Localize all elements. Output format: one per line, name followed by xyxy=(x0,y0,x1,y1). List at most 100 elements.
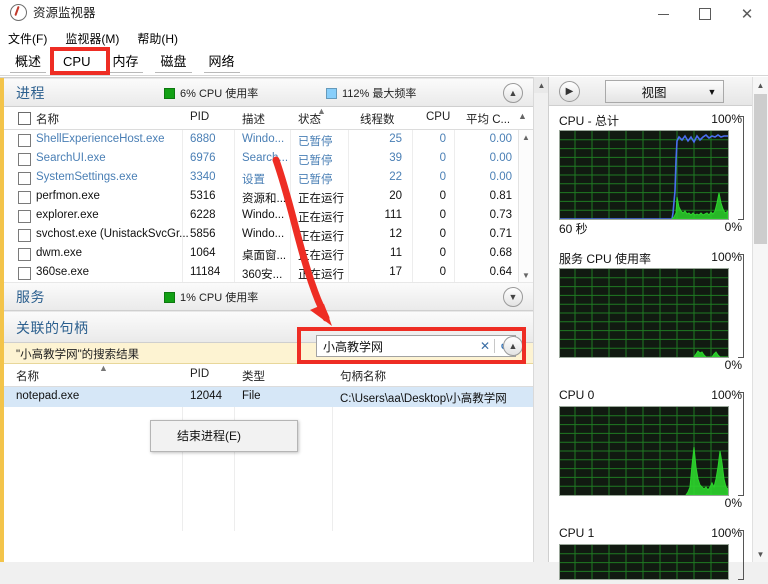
menu-item-file[interactable]: 文件(F) xyxy=(8,31,47,47)
menu-item-help[interactable]: 帮助(H) xyxy=(137,31,178,47)
table-row[interactable]: explorer.exe 6228 Windo... 正在运行 111 0 0.… xyxy=(4,206,533,225)
tab-cpu[interactable]: CPU xyxy=(52,51,102,75)
processes-scrollbar[interactable]: ▲ ▼ xyxy=(518,130,533,282)
tab-overview[interactable]: 概述 xyxy=(4,51,52,75)
resource-monitor-icon xyxy=(10,4,27,21)
col-header-name[interactable]: 名称 xyxy=(36,111,59,127)
menu-item-monitor[interactable]: 监视器(M) xyxy=(65,31,119,47)
graph-svg xyxy=(560,269,728,358)
processes-legend-freq-label: 112% 最大频率 xyxy=(342,88,417,100)
scroll-up-icon[interactable]: ▲ xyxy=(753,77,768,93)
cell-threads: 20 xyxy=(389,190,402,202)
services-title: 服务 xyxy=(16,289,45,305)
select-all-checkbox[interactable] xyxy=(18,112,31,125)
cell-status: 正在运行 xyxy=(298,269,344,281)
services-collapse-button[interactable]: ▼ xyxy=(503,287,523,307)
clear-icon[interactable]: ✕ xyxy=(476,339,494,353)
graph-axis-bracket xyxy=(737,392,744,496)
graph-title: 服务 CPU 使用率 xyxy=(559,252,652,266)
row-checkbox[interactable] xyxy=(18,172,31,185)
processes-collapse-button[interactable]: ▲ xyxy=(503,83,523,103)
handles-col-header-pid[interactable]: PID xyxy=(190,368,209,380)
handles-col-header-type[interactable]: 类型 xyxy=(242,368,265,384)
scroll-up-icon[interactable]: ▲ xyxy=(519,130,533,144)
cell-cpu: 0 xyxy=(439,190,446,202)
maximize-icon xyxy=(699,8,711,20)
close-button[interactable]: ✕ xyxy=(726,0,768,28)
row-checkbox[interactable] xyxy=(18,267,31,280)
cell-avgcpu: 0.68 xyxy=(489,247,512,259)
handles-col-divider-3 xyxy=(332,387,333,531)
cell-cpu: 0 xyxy=(439,209,446,221)
handles-col-divider-1 xyxy=(182,387,183,531)
cell-avgcpu: 0.00 xyxy=(489,171,512,183)
row-checkbox[interactable] xyxy=(18,248,31,261)
handles-col-header-handle[interactable]: 句柄名称 xyxy=(340,368,386,384)
cell-desc: 设置 xyxy=(242,174,265,186)
resource-monitor-window: 资源监视器 ✕ 文件(F) 监视器(M) 帮助(H) 概述 CPU 内存 磁盘 … xyxy=(0,0,768,580)
services-legend-cpu-label: 1% CPU 使用率 xyxy=(180,292,259,304)
tab-network[interactable]: 网络 xyxy=(198,51,246,75)
tab-disk[interactable]: 磁盘 xyxy=(149,51,197,75)
window-controls: ✕ xyxy=(642,0,768,28)
row-checkbox[interactable] xyxy=(18,210,31,223)
right-pane-scrollbar[interactable]: ▲ ▼ xyxy=(752,77,768,562)
scroll-down-icon[interactable]: ▼ xyxy=(519,268,533,282)
col-header-cpu[interactable]: CPU xyxy=(426,111,450,123)
graph-plot-area xyxy=(559,406,729,496)
col-header-desc[interactable]: 描述 xyxy=(242,111,265,127)
handles-search-box[interactable]: 小高教学网 ✕ ↺ xyxy=(316,335,516,357)
handles-table-header: 名称 ▲ PID 类型 句柄名称 xyxy=(4,363,533,387)
cell-name: ShellExperienceHost.exe xyxy=(36,133,165,145)
chevron-right-icon[interactable]: ▶ xyxy=(559,81,580,102)
graph-min-label: 0% xyxy=(724,496,742,510)
graph-axis-bracket xyxy=(737,116,744,220)
graph-svg xyxy=(560,407,729,496)
col-header-avgcpu[interactable]: 平均 C... xyxy=(466,111,510,127)
col-header-threads[interactable]: 线程数 xyxy=(360,111,395,127)
table-row[interactable]: SearchUI.exe 6976 Search... 已暂停 39 0 0.0… xyxy=(4,149,533,168)
col-header-pid[interactable]: PID xyxy=(190,111,209,123)
maximize-button[interactable] xyxy=(684,0,726,28)
graph-x-unit: 60 秒 xyxy=(559,222,588,236)
table-row[interactable]: ShellExperienceHost.exe 6880 Windo... 已暂… xyxy=(4,130,533,149)
processes-section-header[interactable]: 进程 6% CPU 使用率 112% 最大频率 ▲ xyxy=(4,78,533,107)
row-checkbox[interactable] xyxy=(18,134,31,147)
tab-memory[interactable]: 内存 xyxy=(101,51,149,75)
handles-collapse-button[interactable]: ▲ xyxy=(503,336,523,356)
table-row[interactable]: dwm.exe 1064 桌面窗... 正在运行 11 0 0.68 xyxy=(4,244,533,263)
processes-row-list: ShellExperienceHost.exe 6880 Windo... 已暂… xyxy=(4,130,533,282)
context-menu-item-end-process[interactable]: 结束进程(E) xyxy=(151,421,297,451)
row-checkbox[interactable] xyxy=(18,191,31,204)
cell-threads: 22 xyxy=(389,171,402,183)
scroll-down-icon[interactable]: ▼ xyxy=(753,546,768,562)
cell-pid: 5856 xyxy=(190,228,216,240)
table-row[interactable]: 360se.exe 11184 360安... 正在运行 17 0 0.64 xyxy=(4,263,533,282)
view-button[interactable]: 视图 xyxy=(605,80,703,103)
table-row[interactable]: perfmon.exe 5316 资源和... 正在运行 20 0 0.81 xyxy=(4,187,533,206)
services-section-header[interactable]: 服务 1% CPU 使用率 ▼ xyxy=(4,282,533,311)
minimize-button[interactable] xyxy=(642,0,684,28)
row-checkbox[interactable] xyxy=(18,153,31,166)
scrollbar-thumb[interactable] xyxy=(754,94,767,244)
cell-pid: 6228 xyxy=(190,209,216,221)
table-row[interactable]: SystemSettings.exe 3340 设置 已暂停 22 0 0.00 xyxy=(4,168,533,187)
table-row[interactable]: svchost.exe (UnistackSvcGr... 5856 Windo… xyxy=(4,225,533,244)
graph-min-label: 0% xyxy=(724,220,742,234)
column-chooser-icon[interactable]: ▲ xyxy=(518,111,527,121)
handles-col-header-name[interactable]: 名称 xyxy=(16,368,39,384)
list-item[interactable]: notepad.exe 12044 File C:\Users\aa\Deskt… xyxy=(4,387,533,407)
graph-plot-area xyxy=(559,268,729,358)
row-checkbox[interactable] xyxy=(18,229,31,242)
cell-status: 正在运行 xyxy=(298,193,344,205)
splitter-collapse-icon[interactable]: ▲ xyxy=(534,77,549,93)
cell-cpu: 0 xyxy=(439,266,446,278)
search-input[interactable]: 小高教学网 xyxy=(317,338,476,355)
graph-services-cpu: 服务 CPU 使用率 100% 0% xyxy=(549,244,768,382)
cell-cpu: 0 xyxy=(439,228,446,240)
minimize-icon xyxy=(657,13,669,15)
cell-threads: 39 xyxy=(389,152,402,164)
view-dropdown-icon[interactable]: ▼ xyxy=(701,80,724,103)
cell-desc: 资源和... xyxy=(242,193,287,205)
right-pane: ▶ 视图 ▼ CPU - 总计 100% 60 秒 0% 服务 CPU 使用率 … xyxy=(548,77,768,580)
